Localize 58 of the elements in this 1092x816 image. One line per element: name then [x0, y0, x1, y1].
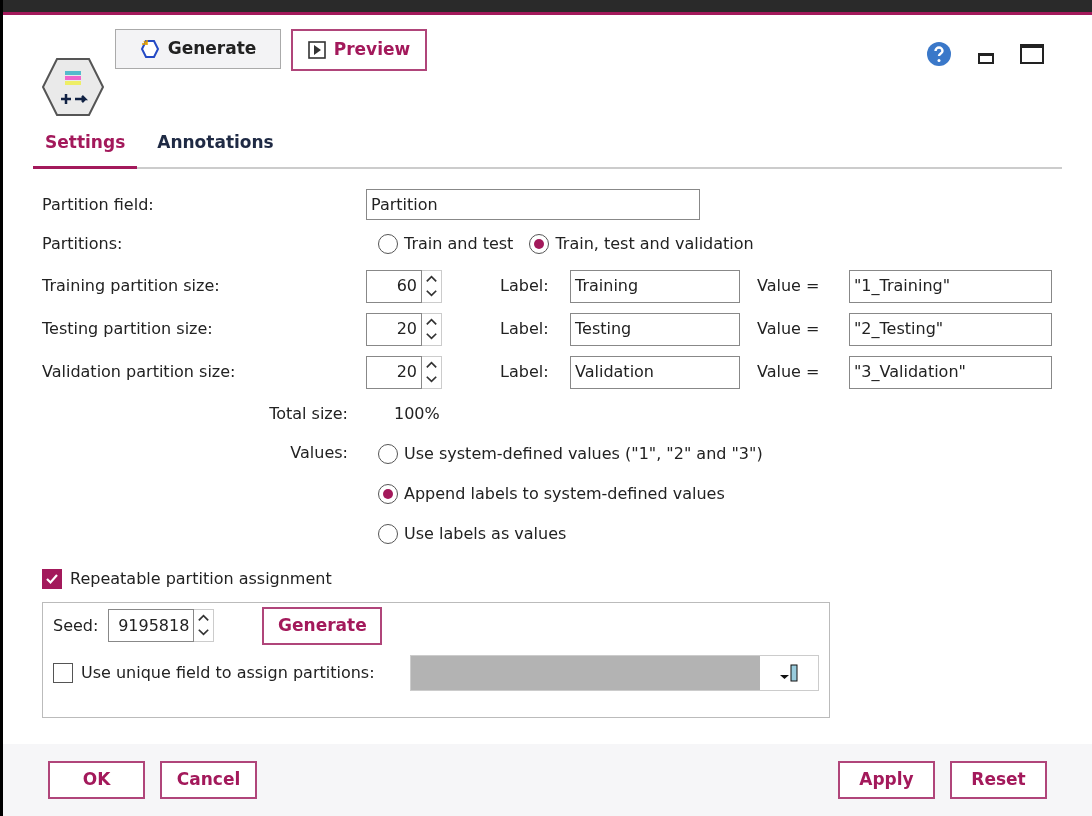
radio-label: Use labels as values — [404, 522, 567, 545]
number-field[interactable]: 9195818 — [108, 609, 195, 642]
field-label: Validation partition size: — [42, 361, 237, 383]
radio-label: Append labels to system-defined values — [404, 482, 725, 505]
field-label: Label: — [500, 361, 550, 383]
number-field[interactable]: 20 — [366, 355, 422, 389]
radio-label: Use system-defined values ("1", "2" and "3") — [404, 442, 763, 465]
generate-button[interactable]: Generate — [115, 29, 281, 69]
spinner-arrows-icon[interactable] — [422, 269, 442, 303]
maximize-icon[interactable] — [1020, 44, 1044, 64]
field-label: Testing partition size: — [42, 318, 214, 340]
radio-label: Train and test — [404, 232, 514, 255]
field-label: Total size: — [268, 402, 348, 425]
dialog-button[interactable]: Reset — [950, 761, 1047, 799]
text-field[interactable]: Partition — [366, 189, 700, 220]
text-field[interactable]: "2_Testing" — [849, 312, 1052, 346]
field-label: Partitions: — [42, 232, 124, 255]
tab[interactable]: Settings — [33, 130, 138, 169]
field-label: Partition field: — [42, 193, 155, 216]
radio-button[interactable] — [378, 483, 398, 504]
text-field[interactable]: Validation — [570, 355, 740, 389]
checkbox[interactable] — [42, 568, 62, 589]
field-label: Seed: — [53, 614, 99, 637]
text-field[interactable]: "3_Validation" — [849, 355, 1052, 389]
help-icon[interactable] — [926, 41, 952, 67]
text-field[interactable]: "1_Training" — [849, 269, 1052, 303]
spinner-arrows-icon[interactable] — [194, 609, 215, 642]
dialog-button[interactable]: Generate — [262, 606, 383, 645]
tab[interactable]: Annotations — [145, 130, 286, 169]
field-label: Label: — [500, 275, 550, 297]
total-value: 100% — [394, 402, 440, 425]
field-label: Training partition size: — [42, 275, 221, 297]
partition-node-icon — [41, 57, 105, 117]
spinner-arrows-icon[interactable] — [422, 312, 442, 346]
spinner-arrows-icon[interactable] — [422, 355, 442, 389]
field-label: Values: — [289, 441, 348, 464]
checkbox-label: Repeatable partition assignment — [70, 567, 332, 590]
dialog-button[interactable]: OK — [48, 761, 145, 799]
field-label: Value = — [757, 361, 821, 383]
radio-label: Train, test and validation — [555, 232, 754, 255]
text-field[interactable]: Training — [570, 269, 740, 303]
dialog-button[interactable]: Cancel — [160, 761, 257, 799]
text-field[interactable]: Testing — [570, 312, 740, 346]
number-field[interactable]: 60 — [366, 269, 422, 303]
minimize-icon[interactable] — [978, 52, 994, 64]
radio-button[interactable] — [378, 443, 398, 464]
radio-button[interactable] — [529, 233, 550, 254]
radio-button[interactable] — [378, 523, 398, 544]
preview-button[interactable]: Preview — [291, 29, 427, 71]
field-label: Value = — [757, 318, 821, 340]
number-field[interactable]: 20 — [366, 312, 422, 346]
field-label: Value = — [757, 275, 821, 297]
play-icon — [307, 41, 326, 59]
field-label: Label: — [500, 318, 550, 340]
dialog-button[interactable]: Apply — [838, 761, 935, 799]
hexagon-icon — [139, 39, 160, 59]
radio-button[interactable] — [378, 233, 398, 254]
checkbox-label: Use unique field to assign partitions: — [80, 661, 376, 684]
